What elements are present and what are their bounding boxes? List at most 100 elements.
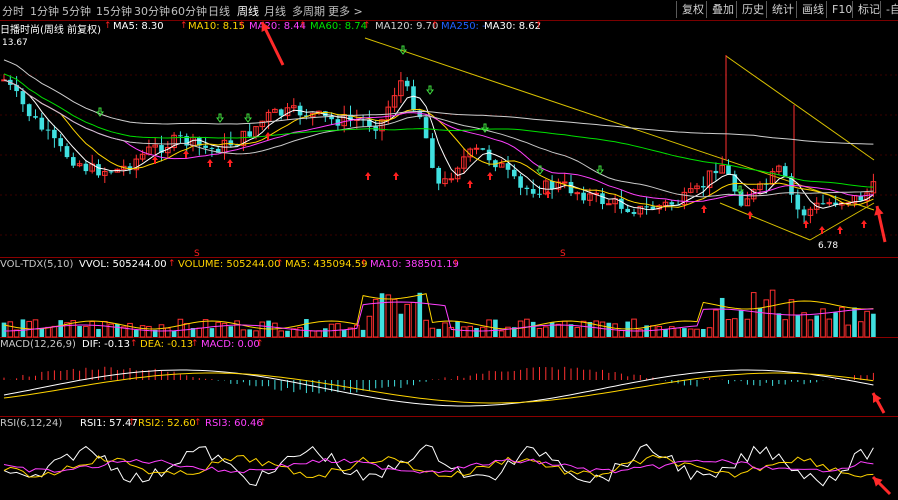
candle-body [713,170,719,174]
tab-multi-period[interactable]: 多周期 [292,3,325,19]
volume-bar [725,319,732,338]
volume-bar [417,292,423,337]
candle-body [96,164,101,176]
volume-bar [209,328,215,337]
sell-arrow-icon [426,85,434,95]
volume-bar [474,328,479,337]
volume-bar [278,330,284,338]
buy-arrow-icon [393,172,399,180]
volume-bar [410,301,417,338]
overlay-button[interactable]: 叠加 [706,1,739,18]
volume-bar [871,313,876,337]
volume-bar [196,327,203,338]
volume-bar [272,322,278,338]
candle-body [631,212,637,214]
candle-body [430,138,435,168]
tab-weekly[interactable]: 周线 [237,3,259,19]
volume-bar [795,315,801,337]
volume-bar [259,321,266,338]
candle-body [486,149,492,161]
volume-bar [391,298,398,338]
volume-bar [297,326,303,338]
candle-body [650,206,656,210]
stats-button[interactable]: 统计 [766,1,799,18]
draw-line-button[interactable]: 画线 [796,1,829,18]
buy-arrow-icon [183,150,189,158]
history-button[interactable]: 历史 [736,1,769,18]
volume-bar [858,321,864,338]
volume-bar [618,329,625,338]
volume-bar [587,321,593,337]
volume-bar [309,330,316,338]
ma120-line [3,59,874,145]
volume-bar [240,329,247,338]
candle-body [524,187,530,190]
buy-arrow-icon [747,211,753,219]
tab-30min[interactable]: 30分钟 [134,3,170,19]
candle-body [108,171,114,173]
candle-body [669,202,675,205]
volume-bar [58,320,63,337]
candle-body [52,129,57,139]
buy-arrow-icon [837,226,843,234]
candle-body [26,104,32,117]
candlestick-series [1,55,877,224]
candle-body [574,192,581,195]
annotations [260,21,892,496]
volume-bar [524,318,530,338]
volume-bar [77,326,82,337]
volume-bar [429,327,436,338]
adjust-button[interactable]: 复权 [676,1,709,18]
candle-body [228,140,234,146]
volume-bar [366,315,373,338]
tab-intraday[interactable]: 分时 [2,3,24,19]
candle-body [247,131,252,137]
candle-body [606,203,612,206]
candle-body [518,176,523,188]
tab-1min[interactable]: 1分钟 [30,3,59,19]
candle-body [278,109,284,116]
candle-body [581,192,586,201]
tab-5min[interactable]: 5分钟 [62,3,91,19]
volume-bar [530,321,536,337]
tab-60min[interactable]: 60分钟 [171,3,207,19]
buy-arrow-icon [265,132,271,140]
tab-15min[interactable]: 15分钟 [96,3,132,19]
candle-body [701,186,706,188]
buy-arrow-icon [365,172,371,180]
volume-bar [682,328,687,337]
volume-bar [398,313,404,337]
volume-bar [574,326,581,338]
candle-body [404,80,410,87]
volume-bar [719,297,725,337]
buy-arrow-icon [207,159,213,167]
candle-body [530,189,536,194]
volume-series [1,289,876,338]
candle-body [203,145,208,148]
tab-daily[interactable]: 日线 [208,3,230,19]
timeframe-toolbar: 分时 1分钟 5分钟 15分钟 30分钟 60分钟 日线 周线 月线 多周期 更… [0,0,898,21]
volume-bar [134,329,139,337]
rsi1-line [3,443,874,487]
high-price-label: 13.67 [2,38,28,48]
kline-chart[interactable]: 13.67 6.78 S S [0,20,898,500]
candle-body [600,193,605,205]
volume-bar [498,330,505,338]
volume-bar [83,325,89,338]
volume-bar [801,312,807,338]
volume-bar [675,327,681,338]
tab-more[interactable]: 更多 > [328,3,363,19]
volume-bar [171,330,177,337]
volume-bar [750,292,757,338]
volume-bar [7,321,14,338]
volume-bar [139,325,146,338]
volume-bar [177,318,184,338]
custom-button[interactable]: -自 [880,1,898,18]
volume-bar [253,330,259,338]
volume-bar [852,307,857,337]
volume-bar [436,328,441,337]
volume-bar [385,294,392,338]
s-marker: S [194,249,200,259]
tab-monthly[interactable]: 月线 [264,3,286,19]
candle-body [480,148,486,150]
